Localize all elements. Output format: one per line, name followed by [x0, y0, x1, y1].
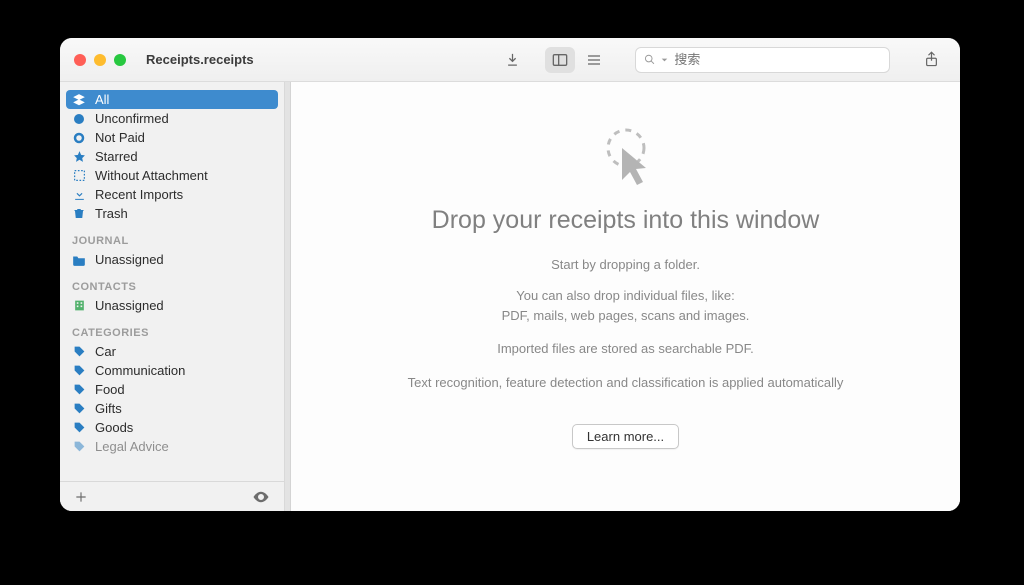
building-icon	[72, 299, 86, 312]
add-button[interactable]	[74, 490, 88, 504]
stack-icon	[72, 93, 86, 107]
sidebar-item-category-food[interactable]: Food	[60, 380, 284, 399]
close-window-button[interactable]	[74, 54, 86, 66]
tag-icon	[72, 345, 86, 358]
sidebar-item-category-legal-advice[interactable]: Legal Advice	[60, 437, 284, 456]
drop-zone-illustration	[598, 126, 654, 188]
sidebar-item-label: Gifts	[95, 401, 122, 416]
dashed-rect-icon	[72, 169, 86, 182]
drop-heading: Drop your receipts into this window	[432, 206, 820, 235]
view-mode-group	[545, 47, 609, 73]
ring-icon	[72, 132, 86, 144]
drop-lead: Start by dropping a folder.	[551, 257, 700, 272]
sidebar-item-label: Not Paid	[95, 130, 145, 145]
sidebar-item-contacts-unassigned[interactable]: Unassigned	[60, 296, 284, 315]
titlebar: Receipts.receipts	[60, 38, 960, 82]
learn-more-button[interactable]: Learn more...	[572, 424, 679, 449]
search-field[interactable]	[635, 47, 890, 73]
tag-icon	[72, 402, 86, 415]
window-title: Receipts.receipts	[146, 52, 254, 67]
sidebar-item-category-communication[interactable]: Communication	[60, 361, 284, 380]
share-button[interactable]	[916, 47, 946, 73]
tag-icon	[72, 440, 86, 453]
sidebar-item-label: Legal Advice	[95, 439, 169, 454]
download-icon	[505, 52, 520, 67]
app-window: Receipts.receipts	[60, 38, 960, 511]
share-icon	[924, 51, 939, 68]
tag-icon	[72, 383, 86, 396]
eye-icon	[252, 490, 270, 504]
tag-icon	[72, 421, 86, 434]
sidebar-item-label: Unassigned	[95, 298, 164, 313]
sidebar-item-label: Unconfirmed	[95, 111, 169, 126]
star-icon	[72, 150, 86, 163]
sidebar-header-journal: JOURNAL	[60, 223, 284, 250]
sidebar-item-label: Starred	[95, 149, 138, 164]
visibility-toggle[interactable]	[252, 490, 270, 504]
sidebar: All Unconfirmed Not Paid	[60, 82, 285, 511]
sidebar-header-contacts: CONTACTS	[60, 269, 284, 296]
sidebar-item-label: Recent Imports	[95, 187, 183, 202]
sidebar-item-not-paid[interactable]: Not Paid	[60, 128, 284, 147]
scroll-fade	[60, 465, 284, 481]
view-list-button[interactable]	[579, 47, 609, 73]
cursor-drop-icon	[598, 126, 654, 188]
view-columns-button[interactable]	[545, 47, 575, 73]
zoom-window-button[interactable]	[114, 54, 126, 66]
sidebar-item-label: Unassigned	[95, 252, 164, 267]
sidebar-item-journal-unassigned[interactable]: Unassigned	[60, 250, 284, 269]
sidebar-item-label: Car	[95, 344, 116, 359]
sidebar-item-label: Food	[95, 382, 125, 397]
sidebar-item-label: Communication	[95, 363, 185, 378]
sidebar-item-label: All	[95, 92, 109, 107]
minimize-window-button[interactable]	[94, 54, 106, 66]
sidebar-item-label: Goods	[95, 420, 133, 435]
drop-para-3: Text recognition, feature detection and …	[408, 373, 844, 393]
drop-para-2: Imported files are stored as searchable …	[497, 339, 754, 359]
plus-icon	[74, 490, 88, 504]
import-button[interactable]	[497, 47, 527, 73]
dot-icon	[72, 113, 86, 125]
sidebar-item-label: Trash	[95, 206, 128, 221]
sidebar-item-category-gifts[interactable]: Gifts	[60, 399, 284, 418]
tag-icon	[72, 364, 86, 377]
window-body: All Unconfirmed Not Paid	[60, 82, 960, 511]
sidebar-item-trash[interactable]: Trash	[60, 204, 284, 223]
download-icon	[72, 188, 86, 201]
sidebar-item-unconfirmed[interactable]: Unconfirmed	[60, 109, 284, 128]
sidebar-item-all[interactable]: All	[66, 90, 278, 109]
sidebar-item-category-goods[interactable]: Goods	[60, 418, 284, 437]
sidebar-footer	[60, 481, 284, 511]
trash-icon	[72, 207, 86, 220]
columns-icon	[552, 53, 568, 67]
search-input[interactable]	[674, 52, 881, 67]
search-icon	[644, 53, 655, 66]
sidebar-item-starred[interactable]: Starred	[60, 147, 284, 166]
folder-icon	[72, 254, 86, 266]
list-icon	[586, 53, 602, 67]
sidebar-item-category-car[interactable]: Car	[60, 342, 284, 361]
drop-para-1: You can also drop individual files, like…	[502, 286, 750, 325]
main-content: Drop your receipts into this window Star…	[291, 82, 960, 511]
traffic-lights	[74, 54, 126, 66]
chevron-down-icon	[661, 56, 668, 64]
sidebar-item-without-attachment[interactable]: Without Attachment	[60, 166, 284, 185]
sidebar-scroll[interactable]: All Unconfirmed Not Paid	[60, 82, 284, 481]
sidebar-item-label: Without Attachment	[95, 168, 208, 183]
sidebar-header-categories: CATEGORIES	[60, 315, 284, 342]
sidebar-item-recent-imports[interactable]: Recent Imports	[60, 185, 284, 204]
